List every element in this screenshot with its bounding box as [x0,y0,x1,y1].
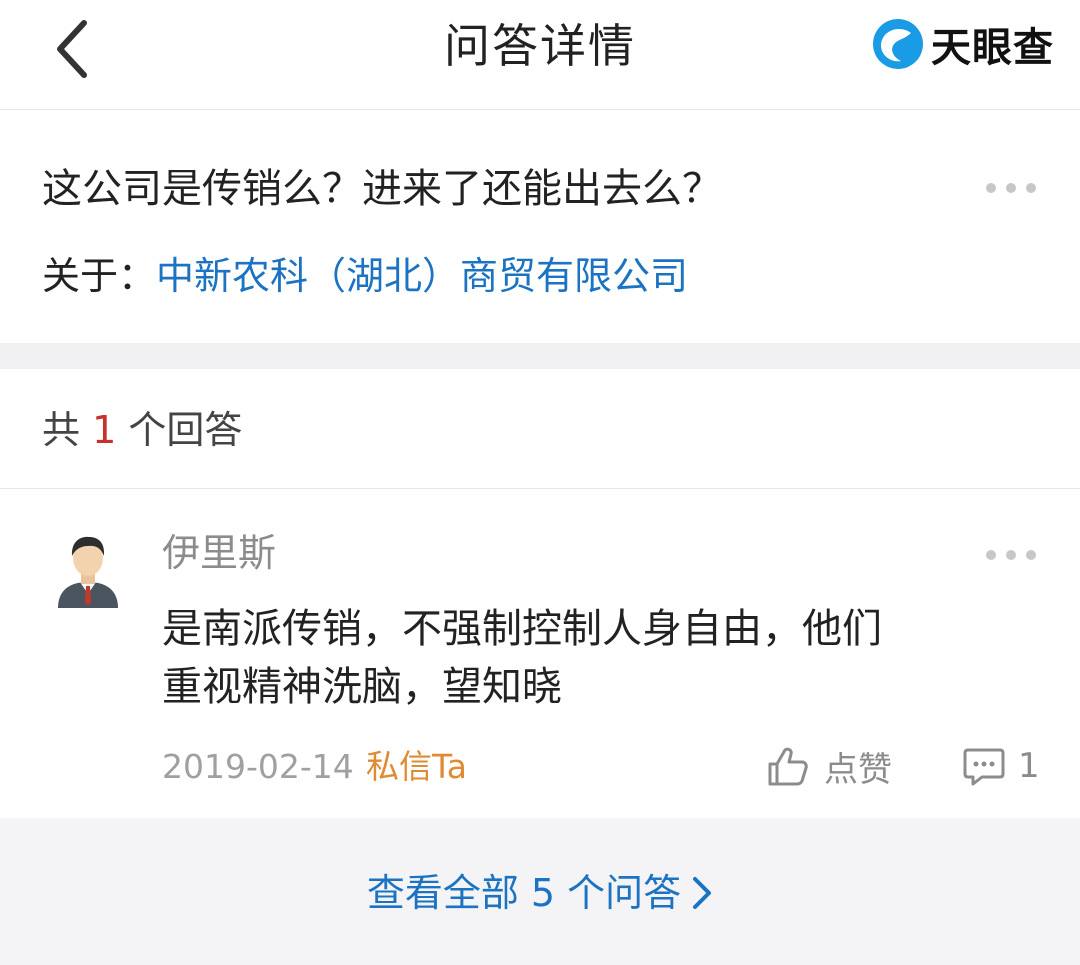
view-all-label: 查看全部 5 个问答 [366,871,682,915]
question-more-button[interactable] [986,173,1036,203]
answer-item: 伊里斯 是南派传销，不强制控制人身自由，他们 重视精神洗脑，望知晓 2019-0… [0,490,1080,818]
more-dot-icon [1006,183,1016,193]
more-dot-icon [1026,550,1036,560]
count-suffix: 个回答 [128,408,243,452]
user-avatar-icon [58,536,118,608]
more-dot-icon [986,183,996,193]
chevron-right-icon [693,877,712,909]
header: 问答详情 天眼查 [0,0,1080,110]
answer-username[interactable]: 伊里斯 [162,528,276,578]
answer-more-button[interactable] [986,540,1036,570]
tianyancha-logo-icon [873,19,923,69]
answer-count: 共 1 个回答 [42,405,242,455]
question-about: 关于：中新农科（湖北）商贸有限公司 [42,251,688,301]
question-card: 这公司是传销么？进来了还能出去么？ 关于：中新农科（湖北）商贸有限公司 [0,111,1080,343]
like-button[interactable]: 点赞 [766,740,892,792]
private-message-link[interactable]: 私信Ta [366,744,467,790]
thumbs-up-icon [768,747,808,786]
question-text: 这公司是传销么？进来了还能出去么？ [42,166,722,212]
count-prefix: 共 [42,408,81,452]
view-all-answers-link[interactable]: 查看全部 5 个问答 [0,868,1080,918]
comment-button[interactable]: 1 [962,740,1040,792]
page: 问答详情 天眼查 这公司是传销么？进来了还能出去么？ 关于：中新农科（湖北）商贸… [0,0,1080,965]
answer-text-line: 重视精神洗脑，望知晓 [162,664,562,710]
section-divider [0,343,1080,369]
about-label: 关于： [42,254,157,298]
comment-count: 1 [1018,746,1040,786]
avatar[interactable] [52,528,124,608]
more-dot-icon [1026,183,1036,193]
comment-icon [963,748,1005,786]
answer-text-line: 是南派传销，不强制控制人身自由，他们 [162,606,882,652]
like-label: 点赞 [824,749,892,790]
brand-logo[interactable]: 天眼查 [871,16,1054,72]
answer-text: 是南派传销，不强制控制人身自由，他们 重视精神洗脑，望知晓 [162,600,1042,716]
brand-name: 天眼查 [931,25,1054,71]
more-dot-icon [986,550,996,560]
count-number: 1 [92,408,117,452]
more-dot-icon [1006,550,1016,560]
answer-date: 2019-02-14 [162,747,354,786]
footer: 查看全部 5 个问答 [0,818,1080,965]
answer-count-row: 共 1 个回答 [0,369,1080,489]
company-link[interactable]: 中新农科（湖北）商贸有限公司 [156,254,688,298]
